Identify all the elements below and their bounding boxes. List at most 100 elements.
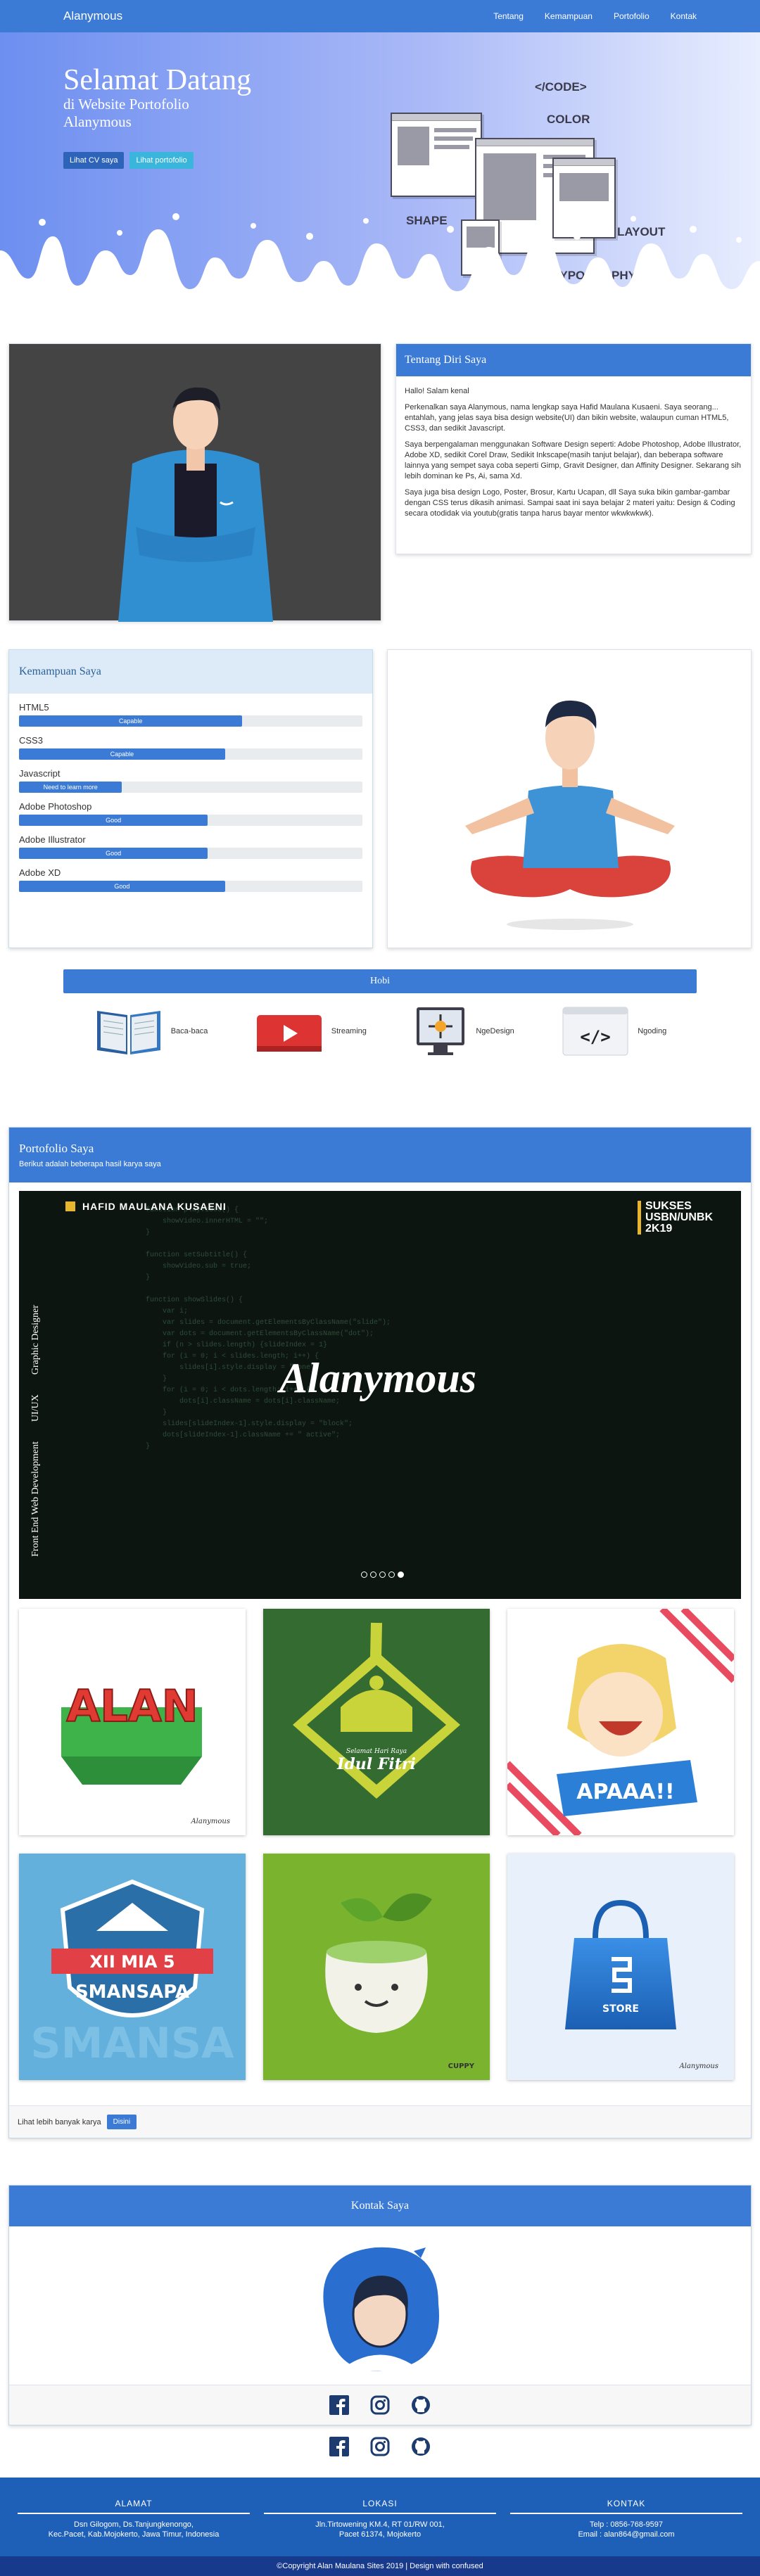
hobby-list: Baca-baca Streaming NgeDesign </> Ngodin… (0, 993, 760, 1059)
portfolio-subtitle: Berikut adalah beberapa hasil karya saya (19, 1160, 161, 1168)
carousel-dot[interactable] (361, 1571, 367, 1578)
portfolio-grid: ALAN Alanymous Selamat Hari Raya Idul Fi… (9, 1599, 751, 2080)
footer-contact: KONTAK Telp : 0856-768-9597 Email : alan… (510, 2499, 742, 2539)
nav-link-tentang[interactable]: Tentang (493, 11, 524, 21)
cuppy-brand: CUPPY (448, 2062, 475, 2070)
footer-phone[interactable]: Telp : 0856-768-9597 (510, 2520, 742, 2530)
hero-subtitle-line2: Alanymous (63, 113, 132, 130)
skill-item: Javascript Need to learn more (9, 768, 372, 793)
carousel-dot[interactable] (398, 1571, 404, 1578)
carousel-dot[interactable] (379, 1571, 386, 1578)
nav-link-kemampuan[interactable]: Kemampuan (545, 11, 593, 21)
skills-list: HTML5 Capable CSS3 Capable Javascript Need to… (9, 702, 372, 892)
skill-name: Adobe Illustrator (19, 834, 86, 845)
skill-level: Good (19, 848, 208, 859)
view-portfolio-button[interactable]: Lihat portofolio (129, 152, 194, 169)
color-label: COLOR (547, 113, 590, 126)
skill-level: Capable (19, 748, 225, 760)
footer-email[interactable]: Email : alan864@gmail.com (510, 2530, 742, 2539)
github-icon[interactable] (411, 2437, 431, 2456)
contact-card: Kontak Saya (8, 2185, 752, 2425)
hobby-item-streaming: Streaming (254, 1003, 367, 1059)
about-paragraph-2: Saya berpengalaman menggunakan Software … (405, 440, 742, 480)
badge-line-3: 2K19 (645, 1223, 673, 1235)
skill-progress-bar: Capable (19, 715, 362, 727)
cuppy-artwork: CUPPY (263, 1854, 490, 2080)
portfolio-footer: Lihat lebih banyak karya Disini (9, 2105, 751, 2138)
contact-avatar-area (9, 2226, 751, 2385)
skill-progress-bar: Good (19, 815, 362, 826)
signature: Alanymous (190, 1818, 230, 1825)
signature: Alanymous (678, 2062, 718, 2070)
brand-logo[interactable]: Alanymous (63, 9, 122, 23)
skill-progress-bar: Capable (19, 748, 362, 760)
portfolio-header: Portofolio Saya Berikut adalah beberapa … (9, 1128, 751, 1182)
hobby-item-reading: Baca-baca (94, 1003, 208, 1059)
hero-subtitle: di Website Portofolio Alanymous (63, 96, 189, 131)
facebook-icon[interactable] (329, 2395, 349, 2415)
instagram-icon[interactable] (370, 2437, 390, 2456)
about-paragraph-3: Saya juga bisa design Logo, Poster, Bros… (405, 488, 735, 518)
alan-artwork: ALAN Alanymous (61, 1680, 230, 1825)
drip-wave-decoration (0, 213, 760, 307)
hobby-item-design: NgeDesign (412, 1003, 514, 1059)
hobby-label-streaming: Streaming (331, 1027, 367, 1035)
idul-fitri-caption: Selamat Hari Raya (346, 1748, 407, 1755)
portfolio-tile-cuppy[interactable]: CUPPY (263, 1854, 490, 2080)
contact-avatar (323, 2247, 439, 2371)
idul-fitri-artwork: Selamat Hari Raya Idul Fitri (263, 1609, 490, 1835)
nav-link-kontak[interactable]: Kontak (671, 11, 697, 21)
carousel-badge: SUKSES USBN/UNBK 2K19 (638, 1201, 713, 1235)
hobby-label-coding: Ngoding (638, 1027, 667, 1035)
portfolio-tile-store[interactable]: STORE Alanymous (507, 1854, 734, 2080)
skill-level: Good (19, 815, 208, 826)
apaaa-text: APAAA!! (576, 1780, 674, 1804)
footer-location-heading: LOKASI (264, 2499, 496, 2514)
hero-title: Selamat Datang (63, 64, 252, 96)
site-footer: ALAMAT Dsn Gilogom, Ds.Tanjungkenongo, K… (0, 2478, 760, 2576)
carousel-dot[interactable] (388, 1571, 395, 1578)
idul-fitri-title: Idul Fitri (336, 1755, 416, 1773)
instagram-icon[interactable] (370, 2395, 390, 2415)
about-greeting: Hallo! Salam kenal (405, 387, 469, 395)
portfolio-carousel[interactable]: function playVideo() { showVideo.innerHT… (19, 1191, 741, 1599)
skill-progress-bar: Good (19, 881, 362, 892)
github-icon[interactable] (411, 2395, 431, 2415)
skill-name: Javascript (19, 768, 61, 779)
hobby-label-design: NgeDesign (476, 1027, 514, 1035)
view-cv-button[interactable]: Lihat CV saya (63, 152, 125, 169)
portfolio-tile-idul-fitri[interactable]: Selamat Hari Raya Idul Fitri (263, 1609, 490, 1835)
skill-progress-bar: Good (19, 848, 362, 859)
skill-item: Adobe Illustrator Good (9, 834, 372, 859)
portfolio-tile-alan[interactable]: ALAN Alanymous (19, 1609, 246, 1835)
meditation-illustration-card (387, 649, 752, 948)
smansapa-artwork: SMANSA XII MIA 5 SMANSAPA (19, 1854, 246, 2080)
school-text: SMANSAPA (75, 1982, 189, 2003)
youtube-icon (256, 1014, 322, 1052)
profile-photo (8, 343, 381, 622)
portfolio-title: Portofolio Saya (19, 1142, 94, 1155)
skills-title: Kemampuan Saya (9, 650, 372, 694)
more-works-button[interactable]: Disini (106, 2115, 137, 2129)
carousel-dot[interactable] (370, 1571, 376, 1578)
nav-link-portofolio[interactable]: Portofolio (614, 11, 650, 21)
role-uiux: UI/UX (30, 1394, 41, 1422)
facebook-icon[interactable] (329, 2437, 349, 2456)
about-section: Tentang Diri Saya Hallo! Salam kenal Per… (0, 343, 760, 622)
skill-level: Need to learn more (19, 782, 122, 793)
portfolio-tile-smansapa[interactable]: SMANSA XII MIA 5 SMANSAPA (19, 1854, 246, 2080)
badge-line-2: USBN/UNBK (645, 1211, 713, 1223)
about-paragraph-1: Perkenalkan saya Alanymous, nama lengkap… (405, 403, 729, 433)
smansa-watermark: SMANSA (30, 2019, 234, 2068)
skill-level: Capable (19, 715, 243, 727)
footer-location-line2: Pacet 61374, Mojokerto (338, 2530, 422, 2539)
code-icon: </> (562, 1007, 628, 1056)
footer-location: LOKASI Jln.Tirtowening KM.4, RT 01/RW 00… (264, 2499, 496, 2539)
skill-item: CSS3 Capable (9, 735, 372, 760)
footer-address-line1: Dsn Gilogom, Ds.Tanjungkenongo, (74, 2520, 194, 2529)
footer-columns: ALAMAT Dsn Gilogom, Ds.Tanjungkenongo, K… (0, 2478, 760, 2539)
portfolio-tile-apaaa[interactable]: APAAA!! (507, 1609, 734, 1835)
badge-line-1: SUKSES (645, 1200, 692, 1212)
footer-contact-heading: KONTAK (510, 2499, 742, 2514)
skill-level: Good (19, 881, 225, 892)
